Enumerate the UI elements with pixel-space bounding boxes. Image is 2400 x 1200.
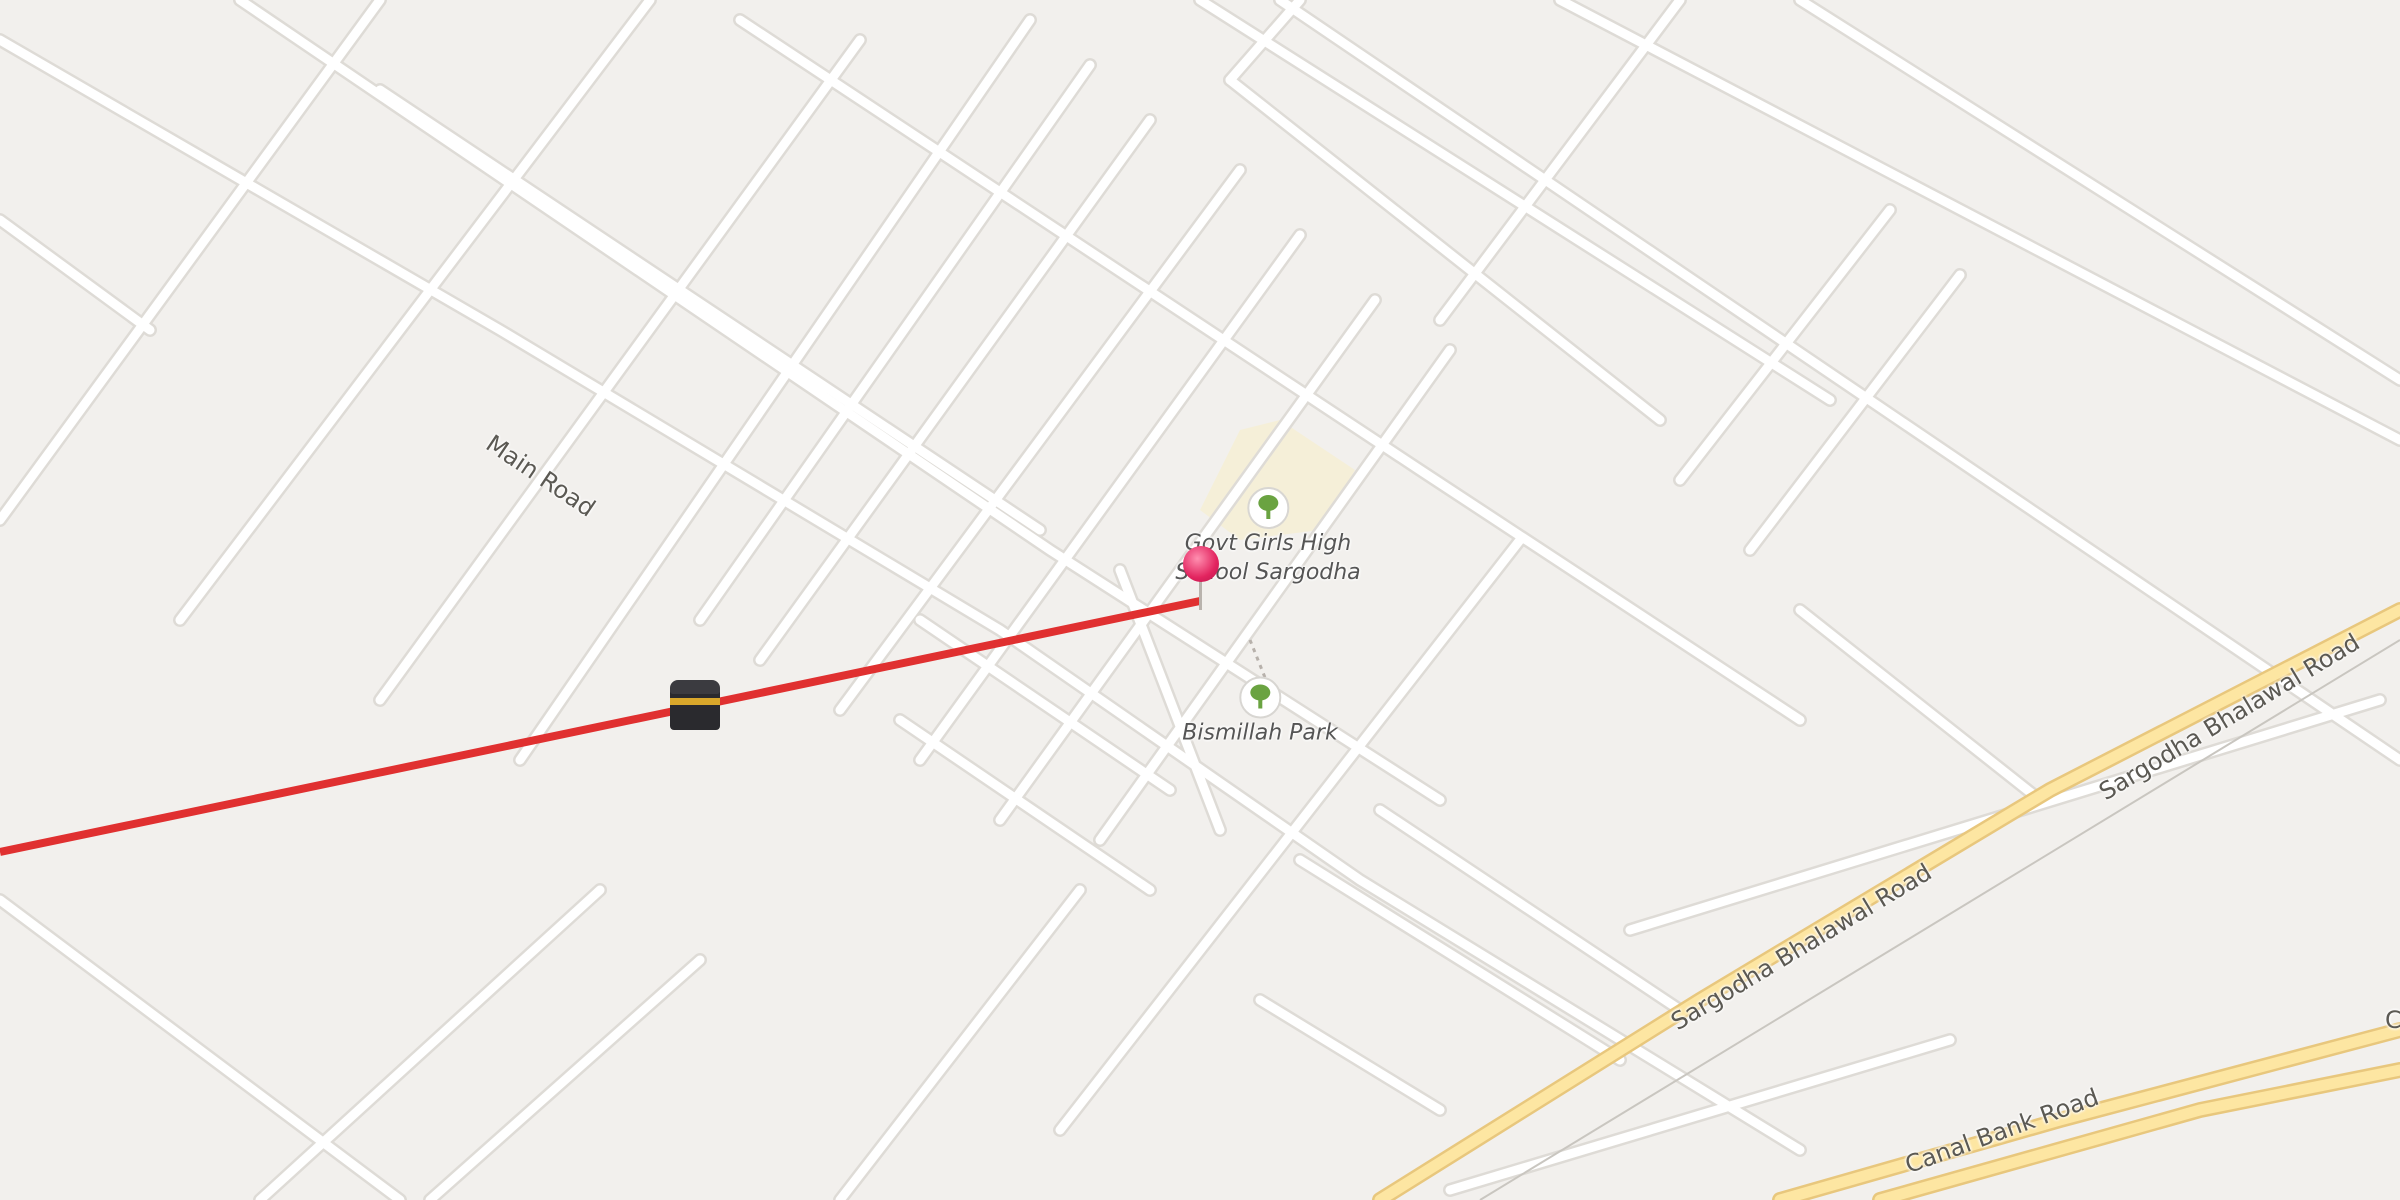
road-label-edge: C — [2385, 1006, 2400, 1034]
location-pin-icon[interactable] — [1183, 546, 1219, 610]
poi-bismillah-park[interactable]: Bismillah Park — [1182, 676, 1338, 748]
kaaba-icon — [668, 680, 722, 734]
poi-label-park: Bismillah Park — [1182, 720, 1338, 746]
tree-icon — [1238, 676, 1281, 719]
map-view[interactable]: Main Road Sargodha Bhalawal Road Sargodh… — [0, 0, 2400, 1200]
tree-icon — [1247, 487, 1289, 529]
